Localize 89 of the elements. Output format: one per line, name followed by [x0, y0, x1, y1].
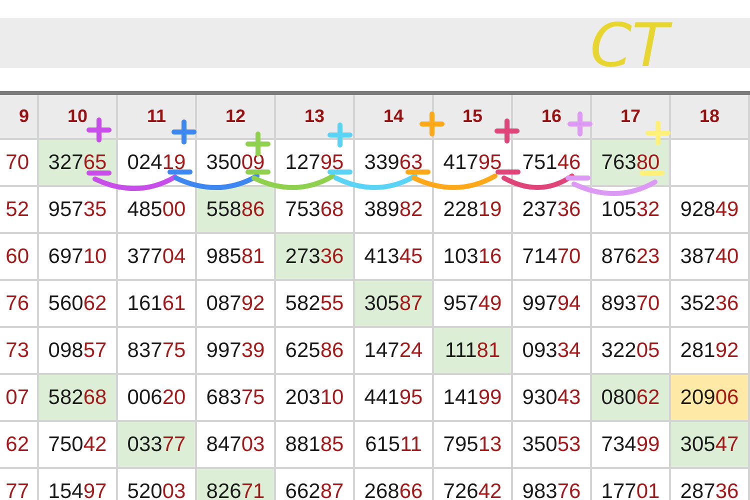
table-cell: 11181 [434, 328, 513, 375]
handwritten-minus-icon [640, 170, 664, 176]
table-cell: 20310 [276, 375, 355, 422]
table-cell: 75368 [276, 187, 355, 234]
table-cell: 38740 [671, 234, 750, 281]
table-cell: 10316 [434, 234, 513, 281]
table-cell: 62586 [276, 328, 355, 375]
column-header: 9 [0, 95, 39, 140]
table-cell: 68375 [197, 375, 276, 422]
handwritten-minus-icon [246, 170, 270, 174]
handwritten-minus-icon [406, 170, 430, 174]
table-cell: 14724 [355, 328, 434, 375]
table-cell: 07 [0, 375, 39, 422]
table-cell: 73 [0, 328, 39, 375]
table-cell: 48500 [118, 187, 197, 234]
handwritten-minus-icon [496, 170, 520, 174]
column-header: 11 [118, 95, 197, 140]
table-cell: 28192 [671, 328, 750, 375]
table-cell: 92849 [671, 187, 750, 234]
table-cell: 16161 [118, 281, 197, 328]
table-cell: 75042 [39, 422, 118, 469]
table-cell: 73499 [592, 422, 671, 469]
table-cell: 76380 [592, 140, 671, 187]
column-header: 13 [276, 95, 355, 140]
handwritten-plus-icon [420, 112, 444, 136]
table-cell: 82671 [197, 469, 276, 500]
table-cell: 35236 [671, 281, 750, 328]
column-header: 10 [39, 95, 118, 140]
table-cell: 27336 [276, 234, 355, 281]
table-cell: 20906 [671, 375, 750, 422]
table-cell: 55886 [197, 187, 276, 234]
table-cell: 58255 [276, 281, 355, 328]
handwritten-minus-icon [86, 170, 112, 176]
table-cell: 58268 [39, 375, 118, 422]
column-header: 17 [592, 95, 671, 140]
table-cell: 88185 [276, 422, 355, 469]
table-cell: 08062 [592, 375, 671, 422]
table-cell: 84703 [197, 422, 276, 469]
table-cell: 99739 [197, 328, 276, 375]
table-cell: 95735 [39, 187, 118, 234]
table-cell: 70 [0, 140, 39, 187]
table-cell: 00620 [118, 375, 197, 422]
table-cell: 30587 [355, 281, 434, 328]
table-cell: 89370 [592, 281, 671, 328]
table-cell: 32765 [39, 140, 118, 187]
table-cell: 98581 [197, 234, 276, 281]
table-cell: 52 [0, 187, 39, 234]
table-cell: 71470 [513, 234, 592, 281]
table-cell: 62 [0, 422, 39, 469]
table-cell: 38982 [355, 187, 434, 234]
handwritten-minus-icon [328, 170, 352, 174]
table-cell: 87623 [592, 234, 671, 281]
table-cell: 69710 [39, 234, 118, 281]
table-cell: 30547 [671, 422, 750, 469]
table-cell: 56062 [39, 281, 118, 328]
table-cell: 61511 [355, 422, 434, 469]
handwritten-plus-icon [328, 122, 352, 148]
table-cell: 44195 [355, 375, 434, 422]
table-cell: 09857 [39, 328, 118, 375]
table-cell: 60 [0, 234, 39, 281]
handwritten-plus-icon [86, 118, 112, 142]
table-cell: 99794 [513, 281, 592, 328]
handwritten-minus-icon [168, 170, 192, 174]
table-cell: 41345 [355, 234, 434, 281]
table-cell: 10532 [592, 187, 671, 234]
column-header: 12 [197, 95, 276, 140]
table-cell: 14199 [434, 375, 513, 422]
handwritten-minus-icon [566, 176, 590, 180]
table-cell: 22819 [434, 187, 513, 234]
handwritten-plus-icon [494, 118, 520, 144]
table-cell: 95749 [434, 281, 513, 328]
table-cell: 08792 [197, 281, 276, 328]
column-header: 16 [513, 95, 592, 140]
table-cell: 93043 [513, 375, 592, 422]
table-cell: 83775 [118, 328, 197, 375]
handwritten-plus-icon [172, 120, 196, 144]
handwritten-plus-icon [646, 120, 670, 146]
table-cell: 79513 [434, 422, 513, 469]
table-cell: 32205 [592, 328, 671, 375]
table-cell: 76 [0, 281, 39, 328]
column-header: 14 [355, 95, 434, 140]
table-cell: 35053 [513, 422, 592, 469]
table-cell: 23736 [513, 187, 592, 234]
column-header: 15 [434, 95, 513, 140]
table-cell: 09334 [513, 328, 592, 375]
table-cell: 03377 [118, 422, 197, 469]
table-cell: 37704 [118, 234, 197, 281]
handwritten-plus-icon [568, 112, 592, 136]
column-header: 18 [671, 95, 750, 140]
